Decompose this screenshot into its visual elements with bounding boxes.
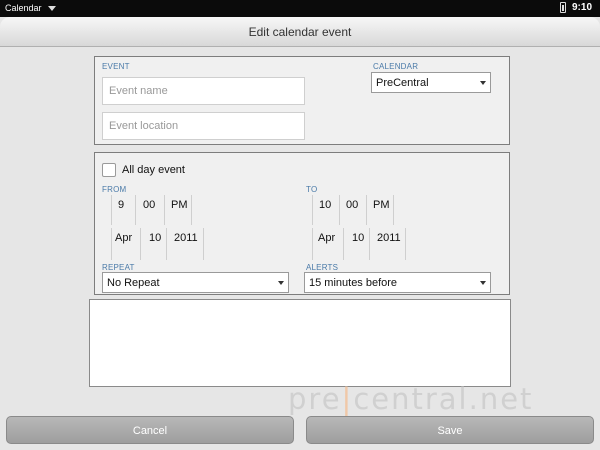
all-day-label: All day event	[122, 164, 185, 176]
repeat-section-label: REPEAT	[102, 263, 135, 272]
picker-divider	[111, 228, 112, 260]
chevron-down-icon	[47, 5, 56, 11]
event-location-field[interactable]: Event location	[102, 112, 305, 140]
alerts-section-label: ALERTS	[306, 263, 339, 272]
from-year-picker[interactable]: 2011	[174, 232, 198, 244]
calendar-select[interactable]: PreCentral	[371, 72, 491, 93]
picker-divider	[140, 228, 141, 260]
to-day-picker[interactable]: 10	[352, 232, 364, 244]
picker-divider	[135, 195, 136, 225]
from-minute-picker[interactable]: 00	[143, 199, 155, 211]
all-day-checkbox[interactable]	[102, 163, 116, 177]
status-bar: Calendar 9:10	[0, 0, 600, 17]
picker-divider	[191, 195, 192, 225]
picker-divider	[366, 195, 367, 225]
calendar-section-label: CALENDAR	[373, 62, 419, 71]
to-ampm-picker[interactable]: PM	[373, 199, 390, 211]
page-title: Edit calendar event	[0, 17, 600, 47]
picker-divider	[339, 195, 340, 225]
save-button[interactable]: Save	[306, 416, 594, 444]
to-hour-picker[interactable]: 10	[319, 199, 331, 211]
event-name-field[interactable]: Event name	[102, 77, 305, 105]
to-label: TO	[306, 185, 318, 194]
event-section-label: EVENT	[102, 62, 130, 71]
repeat-select-value: No Repeat	[107, 277, 160, 289]
app-name: Calendar	[5, 3, 42, 13]
picker-divider	[111, 195, 112, 225]
picker-divider	[203, 228, 204, 260]
cancel-button[interactable]: Cancel	[6, 416, 294, 444]
to-minute-picker[interactable]: 00	[346, 199, 358, 211]
watermark-logo: pre|central.net	[288, 382, 534, 416]
picker-divider	[393, 195, 394, 225]
clock: 9:10	[571, 2, 592, 13]
from-label: FROM	[102, 185, 127, 194]
picker-divider	[312, 195, 313, 225]
alerts-select-value: 15 minutes before	[309, 277, 398, 289]
picker-divider	[405, 228, 406, 260]
to-month-picker[interactable]: Apr	[318, 232, 335, 244]
chevron-down-icon	[278, 281, 284, 285]
picker-divider	[369, 228, 370, 260]
calendar-select-value: PreCentral	[376, 77, 429, 89]
from-hour-picker[interactable]: 9	[118, 199, 124, 211]
picker-divider	[166, 228, 167, 260]
picker-divider	[343, 228, 344, 260]
repeat-select[interactable]: No Repeat	[102, 272, 289, 293]
to-year-picker[interactable]: 2011	[377, 232, 401, 244]
chevron-down-icon	[480, 81, 486, 85]
picker-divider	[164, 195, 165, 225]
from-month-picker[interactable]: Apr	[115, 232, 132, 244]
chevron-down-icon	[480, 281, 486, 285]
from-ampm-picker[interactable]: PM	[171, 199, 188, 211]
alerts-select[interactable]: 15 minutes before	[304, 272, 491, 293]
from-day-picker[interactable]: 10	[149, 232, 161, 244]
notes-field[interactable]	[89, 299, 511, 387]
app-menu[interactable]: Calendar	[5, 3, 56, 13]
battery-icon	[559, 2, 566, 13]
picker-divider	[312, 228, 313, 260]
